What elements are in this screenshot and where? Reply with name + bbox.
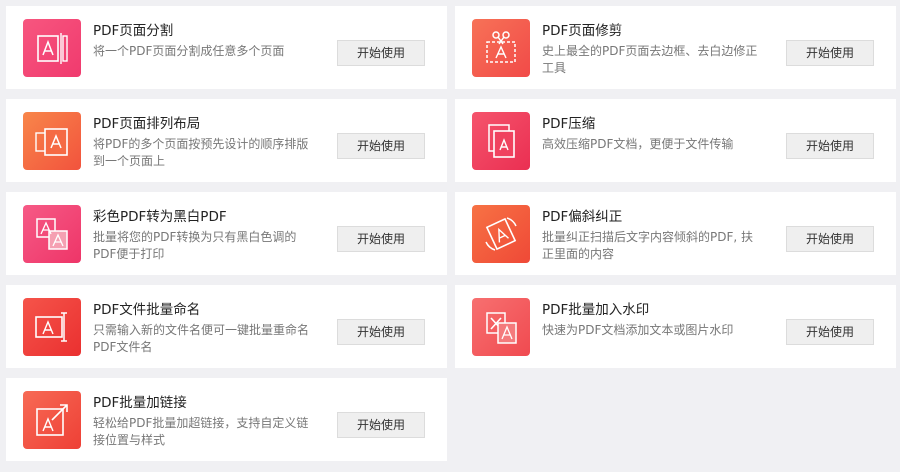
tool-card-batch-rename: PDF文件批量命名 只需输入新的文件名便可一键批量重命名PDF文件名 开始使用	[6, 285, 447, 368]
tool-card-add-link: PDF批量加链接 轻松给PDF批量加超链接，支持自定义链接位置与样式 开始使用	[6, 378, 447, 461]
compress-icon	[472, 112, 530, 170]
tool-card-page-layout: PDF页面排列布局 将PDF的多个页面按预先设计的顺序排版到一个页面上 开始使用	[6, 99, 447, 182]
batch-rename-icon	[23, 298, 81, 356]
tool-description: 批量将您的PDF转换为只有黑白色调的PDF便于打印	[93, 230, 297, 261]
start-button[interactable]: 开始使用	[786, 319, 874, 345]
tool-title: PDF批量加链接	[93, 395, 187, 411]
tool-title: PDF偏斜纠正	[542, 209, 623, 225]
tool-title: 彩色PDF转为黑白PDF	[93, 209, 227, 225]
page-split-icon	[23, 19, 81, 77]
page-layout-icon	[23, 112, 81, 170]
start-button[interactable]: 开始使用	[337, 226, 425, 252]
start-button[interactable]: 开始使用	[337, 133, 425, 159]
add-link-icon	[23, 391, 81, 449]
tool-description: 只需输入新的文件名便可一键批量重命名PDF文件名	[93, 323, 310, 354]
tool-title: PDF页面修剪	[542, 23, 623, 39]
tool-card-color-to-bw: 彩色PDF转为黑白PDF 批量将您的PDF转换为只有黑白色调的PDF便于打印 开…	[6, 192, 447, 275]
start-button[interactable]: 开始使用	[337, 412, 425, 438]
tool-card-skew-correct: PDF偏斜纠正 批量纠正扫描后文字内容倾斜的PDF, 扶正里面的内容 开始使用	[455, 192, 896, 275]
tool-title: PDF批量加入水印	[542, 302, 650, 318]
color-to-bw-icon	[23, 205, 81, 263]
page-trim-icon	[472, 19, 530, 77]
tool-title: PDF文件批量命名	[93, 302, 201, 318]
tool-description: 将PDF的多个页面按预先设计的顺序排版到一个页面上	[93, 137, 309, 168]
tool-description: 批量纠正扫描后文字内容倾斜的PDF, 扶正里面的内容	[542, 230, 754, 261]
tool-description: 史上最全的PDF页面去边框、去白边修正工具	[542, 44, 758, 75]
start-button[interactable]: 开始使用	[337, 40, 425, 66]
tool-description: 轻松给PDF批量加超链接，支持自定义链接位置与样式	[93, 416, 309, 447]
tool-description: 快速为PDF文档添加文本或图片水印	[542, 323, 734, 337]
tool-card-compress: PDF压缩 高效压缩PDF文档，更便于文件传输 开始使用	[455, 99, 896, 182]
tool-title: PDF页面排列布局	[93, 116, 201, 132]
tool-card-page-trim: PDF页面修剪 史上最全的PDF页面去边框、去白边修正工具 开始使用	[455, 6, 896, 89]
tool-card-watermark: PDF批量加入水印 快速为PDF文档添加文本或图片水印 开始使用	[455, 285, 896, 368]
start-button[interactable]: 开始使用	[786, 226, 874, 252]
tool-title: PDF压缩	[542, 116, 596, 132]
skew-correct-icon	[472, 205, 530, 263]
start-button[interactable]: 开始使用	[337, 319, 425, 345]
tool-description: 高效压缩PDF文档，更便于文件传输	[542, 137, 734, 151]
tool-description: 将一个PDF页面分割成任意多个页面	[93, 44, 285, 58]
start-button[interactable]: 开始使用	[786, 40, 874, 66]
tool-title: PDF页面分割	[93, 23, 174, 39]
watermark-icon	[472, 298, 530, 356]
tool-card-page-split: PDF页面分割 将一个PDF页面分割成任意多个页面 开始使用	[6, 6, 447, 89]
start-button[interactable]: 开始使用	[786, 133, 874, 159]
